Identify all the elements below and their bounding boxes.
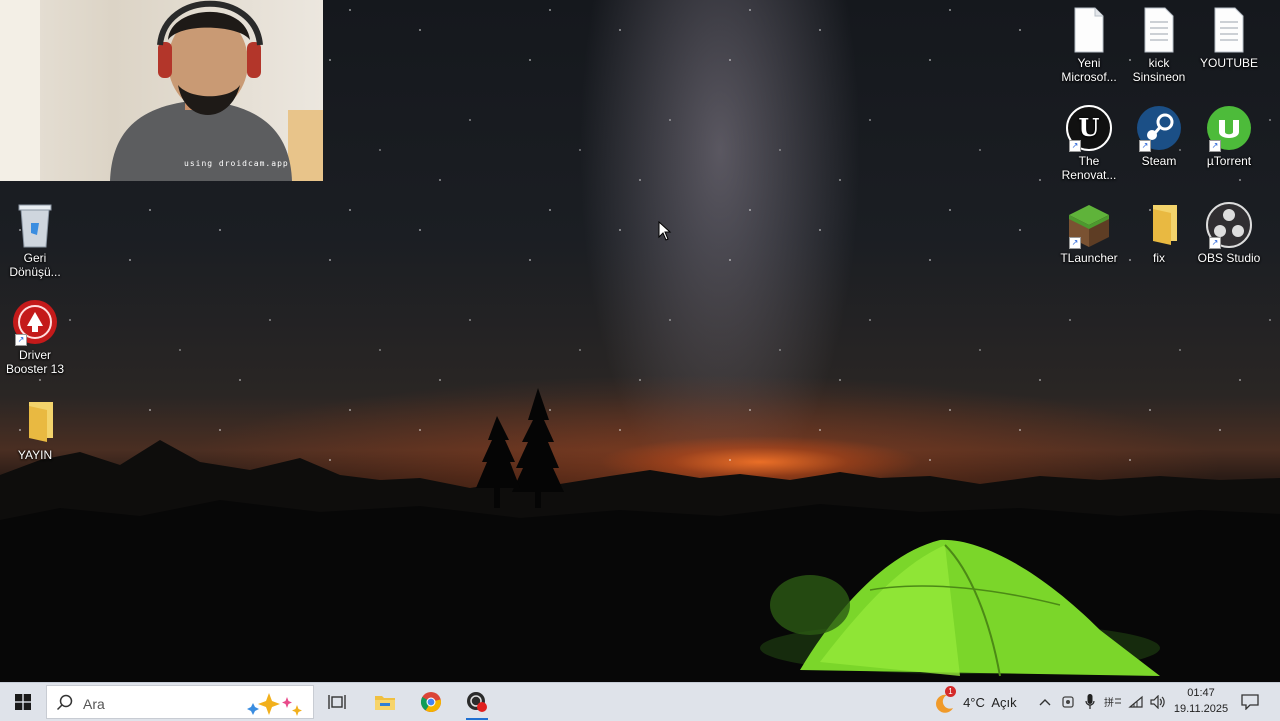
- desktop-icon-fix[interactable]: fix: [1124, 201, 1194, 265]
- record-app-icon: [467, 692, 487, 712]
- taskbar-recording-app[interactable]: [454, 683, 500, 721]
- desktop-icon-obs-studio[interactable]: ↗ OBS Studio: [1194, 201, 1264, 265]
- tray-language[interactable]: 拼: [1102, 683, 1124, 721]
- speaker-icon: [1150, 695, 1165, 709]
- minecraft-grass-block-icon: ↗: [1065, 201, 1113, 249]
- svg-text:拼: 拼: [1104, 696, 1114, 709]
- desktop-icon-label: YOUTUBE: [1199, 56, 1258, 70]
- document-icon: [1065, 6, 1113, 54]
- desktop-icon-tlauncher[interactable]: ↗ TLauncher: [1054, 201, 1124, 265]
- notification-icon: [1241, 694, 1259, 710]
- desktop-icon-label: kick: [1148, 56, 1170, 70]
- taskbar-search-box[interactable]: [46, 685, 314, 719]
- folder-icon: [11, 398, 59, 446]
- webcam-person: [0, 0, 323, 181]
- desktop-icon-steam[interactable]: ↗ Steam: [1124, 104, 1194, 168]
- file-explorer-icon: [375, 696, 395, 710]
- desktop-icon-label: Yeni: [1077, 56, 1101, 70]
- shortcut-arrow-icon: ↗: [1069, 237, 1081, 249]
- webcam-tray-icon: [1062, 696, 1074, 708]
- desktop-icon-label: Sinsineon: [1132, 70, 1186, 84]
- steam-icon: ↗: [1135, 104, 1183, 152]
- desktop-icon-label: Booster 13: [5, 362, 65, 376]
- mouse-cursor-icon: [658, 221, 672, 241]
- shortcut-arrow-icon: ↗: [1209, 237, 1221, 249]
- start-button[interactable]: [0, 683, 46, 721]
- tray-volume[interactable]: [1148, 683, 1168, 721]
- desktop-icon-label: YAYIN: [17, 448, 53, 462]
- weather-temperature[interactable]: 4°C: [962, 683, 986, 721]
- text-file-icon: [1205, 6, 1253, 54]
- desktop-icon-driver-booster[interactable]: ↗ Driver Booster 13: [0, 298, 70, 376]
- microphone-icon: [1085, 694, 1095, 709]
- desktop-icon-kick-sinsineon[interactable]: kick Sinsineon: [1124, 6, 1194, 84]
- utorrent-icon: ↗: [1205, 104, 1253, 152]
- wifi-icon: [1128, 695, 1143, 708]
- taskbar: 1 4°C Açık 拼 01:47 19.11.2025: [0, 682, 1280, 721]
- desktop[interactable]: using droidcam.app Geri Dönüşü... ↗ Driv…: [0, 0, 1280, 682]
- webcam-overlay: using droidcam.app: [0, 0, 323, 181]
- keyboard-language-icon: 拼: [1104, 696, 1121, 709]
- shortcut-arrow-icon: ↗: [1209, 140, 1221, 152]
- desktop-icon-label: Driver: [19, 348, 51, 362]
- clock-time: 01:47: [1187, 687, 1215, 699]
- desktop-icon-recycle-bin[interactable]: Geri Dönüşü...: [0, 201, 70, 279]
- folder-icon: [1135, 201, 1183, 249]
- desktop-icon-label: Dönüşü...: [9, 265, 61, 279]
- obs-studio-icon: ↗: [1205, 201, 1253, 249]
- task-view-icon: [328, 695, 346, 709]
- chrome-icon: [420, 692, 441, 712]
- tray-camera[interactable]: [1058, 683, 1078, 721]
- text-file-icon: [1135, 6, 1183, 54]
- search-input[interactable]: [81, 693, 275, 715]
- tray-network[interactable]: [1126, 683, 1146, 721]
- taskbar-file-explorer[interactable]: [362, 683, 408, 721]
- desktop-icon-label: Microsof...: [1061, 70, 1117, 84]
- desktop-icon-utorrent[interactable]: ↗ µTorrent: [1194, 104, 1264, 168]
- wallpaper-landscape: [0, 388, 1280, 682]
- desktop-icon-yayin[interactable]: YAYIN: [0, 398, 70, 462]
- chevron-up-icon: [1039, 699, 1051, 706]
- shortcut-arrow-icon: ↗: [15, 334, 27, 346]
- taskbar-chrome[interactable]: [408, 683, 454, 721]
- weather-widget-icon-area[interactable]: 1: [930, 683, 960, 721]
- desktop-icon-label: The: [1078, 154, 1100, 168]
- windows-logo-icon: [15, 694, 31, 710]
- shortcut-arrow-icon: ↗: [1069, 140, 1081, 152]
- recycle-bin-icon: [11, 201, 59, 249]
- desktop-icon-the-renovator[interactable]: U ↗ The Renovat...: [1054, 104, 1124, 182]
- show-hidden-icons-button[interactable]: [1036, 683, 1054, 721]
- desktop-icon-yeni-microsoft[interactable]: Yeni Microsof...: [1054, 6, 1124, 84]
- shortcut-arrow-icon: ↗: [1139, 140, 1151, 152]
- clock-date: 19.11.2025: [1173, 703, 1229, 715]
- desktop-icon-label: Geri: [23, 251, 47, 265]
- desktop-icon-label: µTorrent: [1206, 154, 1252, 168]
- webcam-watermark: using droidcam.app: [184, 159, 289, 168]
- desktop-icon-label: TLauncher: [1060, 251, 1118, 265]
- desktop-icon-label: Steam: [1141, 154, 1177, 168]
- search-highlight-sparkle-icon: [247, 693, 302, 716]
- desktop-icon-youtube[interactable]: YOUTUBE: [1194, 6, 1264, 70]
- unreal-engine-icon: U ↗: [1065, 104, 1113, 152]
- search-icon: [56, 694, 73, 711]
- notification-center-button[interactable]: [1236, 683, 1264, 721]
- desktop-icon-label: OBS Studio: [1197, 251, 1261, 265]
- weather-condition[interactable]: Açık: [990, 683, 1018, 721]
- svg-text:U: U: [1079, 113, 1100, 142]
- task-view-button[interactable]: [314, 683, 360, 721]
- taskbar-clock[interactable]: 01:47 19.11.2025: [1166, 685, 1236, 717]
- weather-badge: 1: [945, 686, 956, 697]
- desktop-icon-label: Renovat...: [1061, 168, 1117, 182]
- driver-booster-icon: ↗: [11, 298, 59, 346]
- tray-microphone[interactable]: [1080, 683, 1100, 721]
- desktop-icon-label: fix: [1153, 251, 1165, 265]
